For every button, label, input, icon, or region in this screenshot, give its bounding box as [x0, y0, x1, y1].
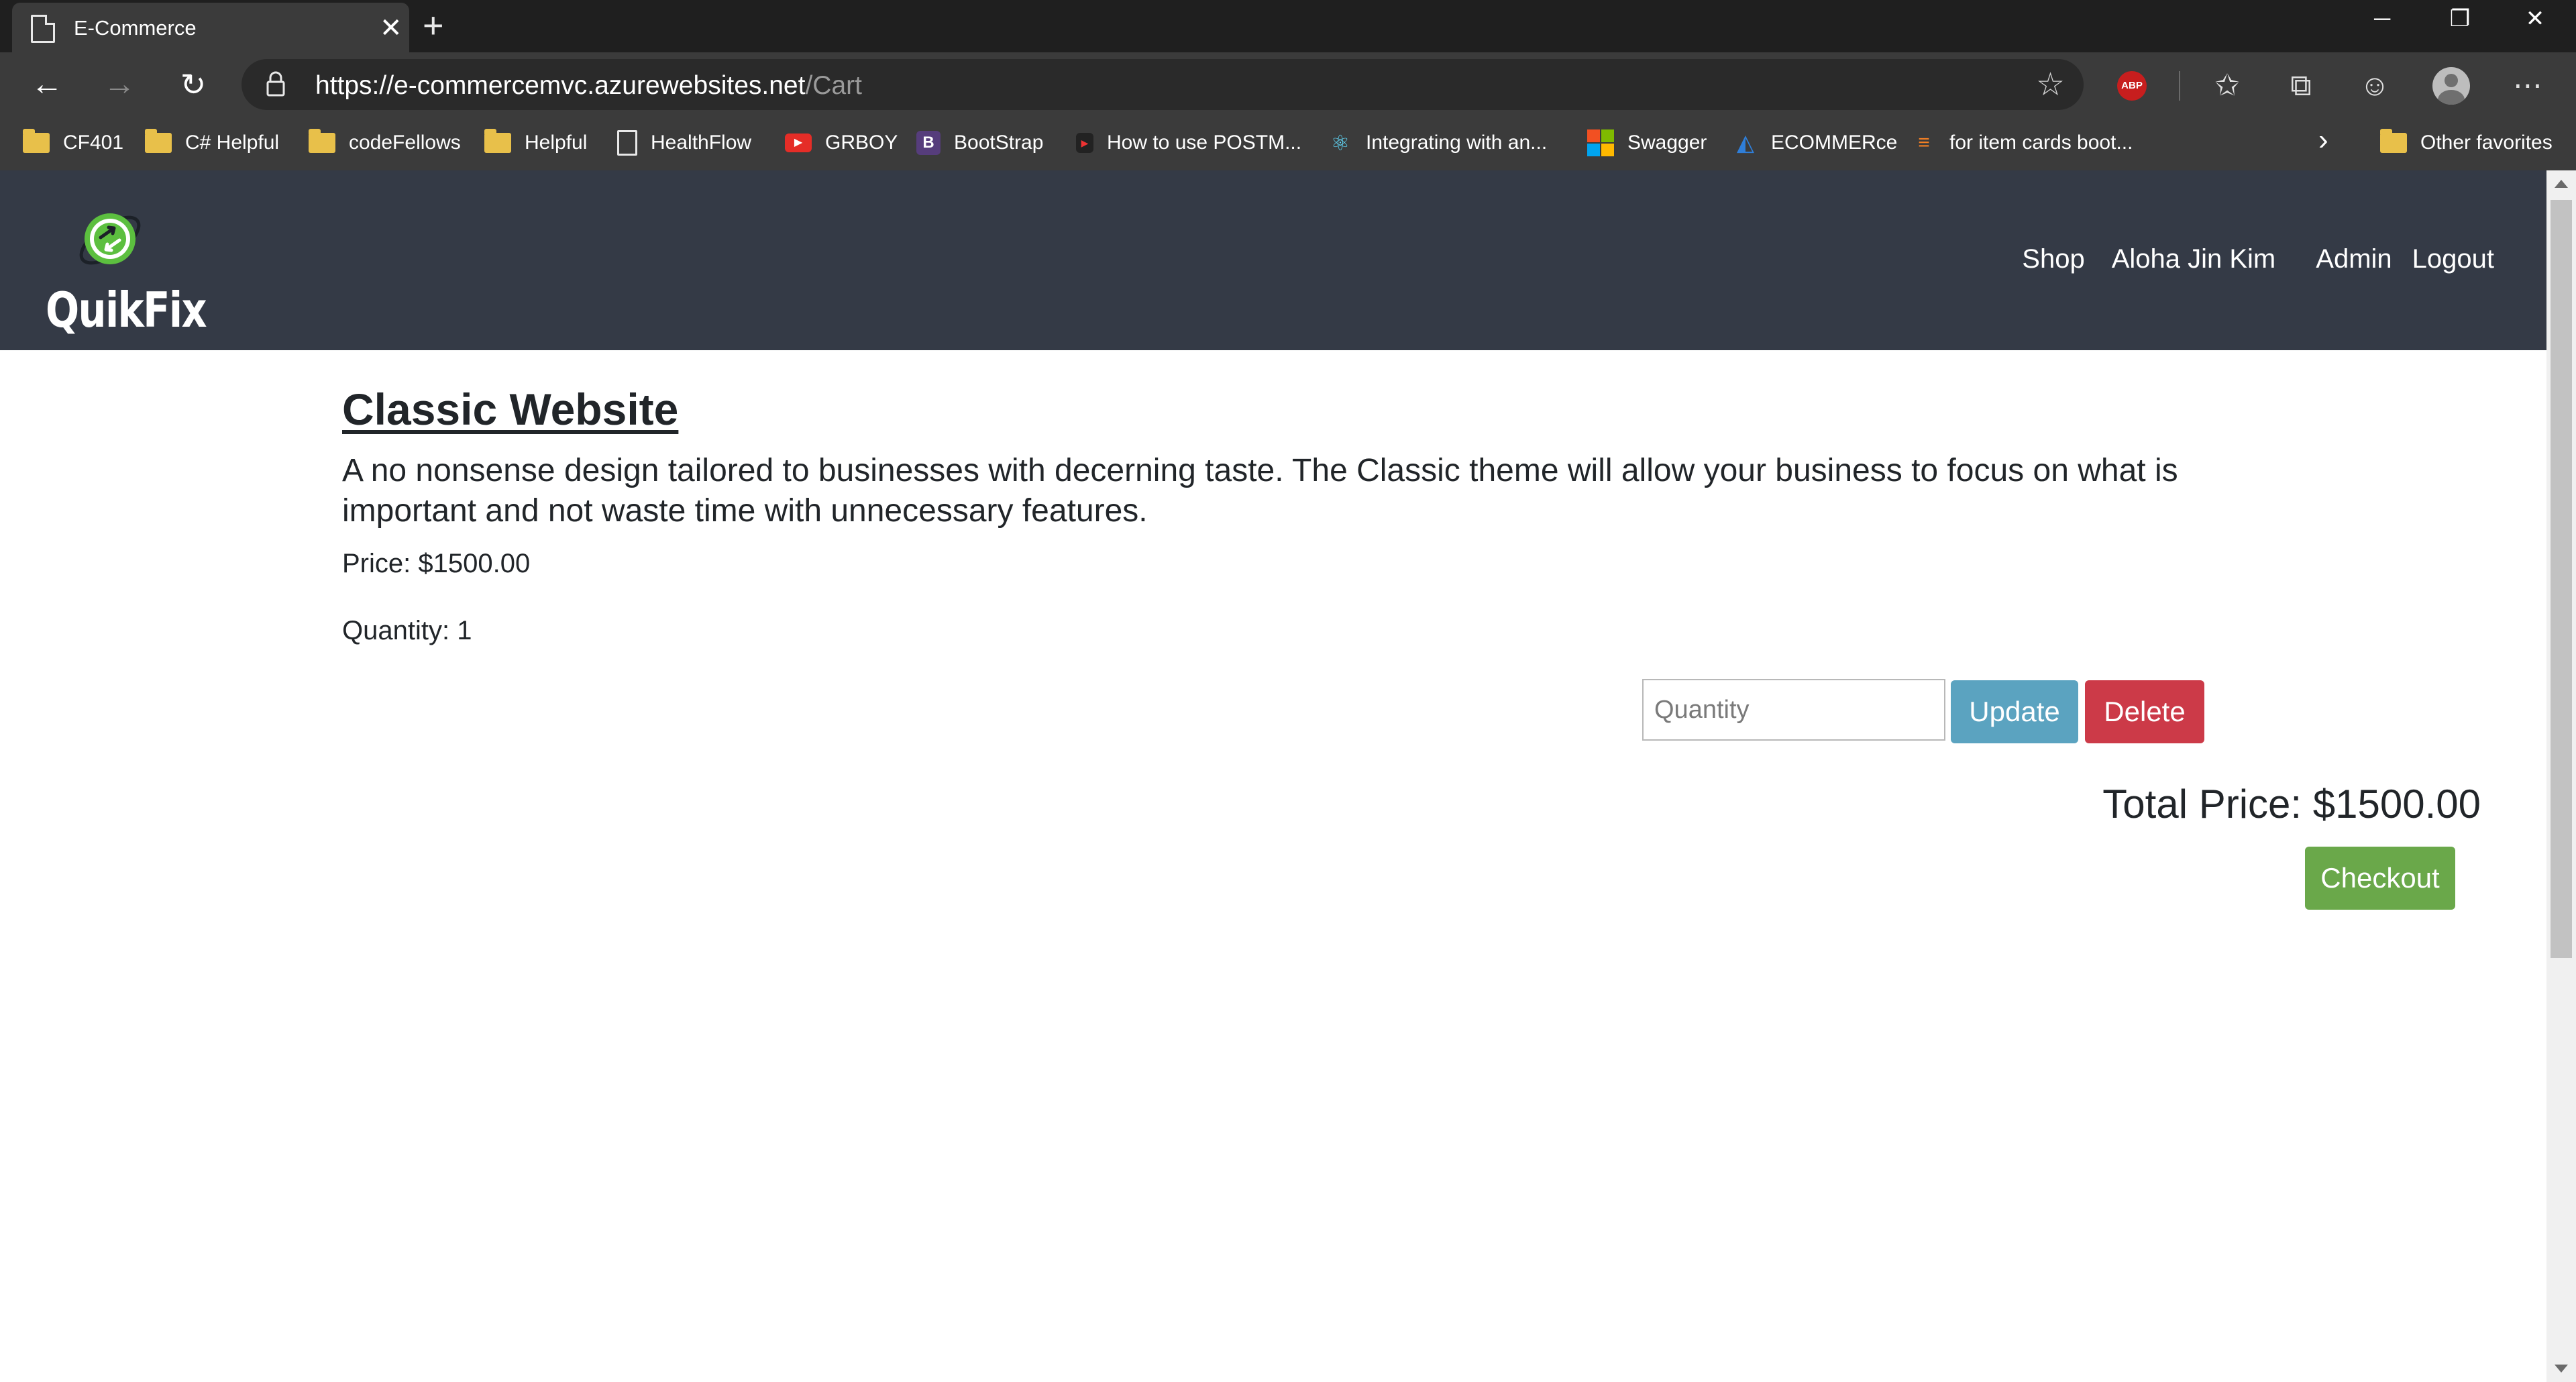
favorite-grboy[interactable]: ▶ GRBOY: [785, 126, 898, 160]
restore-icon[interactable]: ❐: [2423, 0, 2497, 39]
nav-admin-link[interactable]: Admin: [2316, 244, 2392, 274]
azure-devops-icon: ◭: [1736, 130, 1755, 156]
favorite-ecommerce[interactable]: ◭ ECOMMERce: [1733, 126, 1897, 160]
url-text: https://e-commercemvc.azurewebsites.net/…: [315, 71, 862, 100]
update-button[interactable]: Update: [1951, 680, 2078, 743]
lock-icon: [266, 71, 285, 97]
refresh-arrows-logo-icon: [79, 213, 141, 265]
favorite-label: ECOMMERce: [1771, 131, 1898, 154]
favorite-label: C# Helpful: [185, 131, 280, 154]
favorite-postman-video[interactable]: ▶ How to use POSTM...: [1076, 126, 1301, 160]
favorite-label: Swagger: [1627, 131, 1707, 154]
close-window-icon[interactable]: ✕: [2498, 0, 2572, 39]
favorite-codefellows[interactable]: codeFellows: [309, 126, 461, 160]
more-menu-icon[interactable]: ⋯: [2509, 67, 2546, 105]
page-icon: [617, 130, 637, 156]
favorites-bar: CF401 C# Helpful codeFellows Helpful Hea…: [0, 117, 2576, 170]
favorite-bootstrap[interactable]: B BootStrap: [916, 126, 1043, 160]
nav-logout-link[interactable]: Logout: [2412, 244, 2494, 274]
react-icon: ⚛: [1330, 131, 1350, 155]
nav-shop-link[interactable]: Shop: [2022, 244, 2084, 274]
folder-icon: [145, 129, 172, 153]
collections-icon[interactable]: ⧉: [2282, 67, 2320, 105]
bootstrap-icon: B: [916, 131, 941, 155]
favorite-label: codeFellows: [349, 131, 461, 154]
page-scrollbar[interactable]: [2546, 170, 2576, 1382]
folder-icon: [2380, 129, 2407, 153]
address-toolbar: ← → ↻ https://e-commercemvc.azurewebsite…: [0, 52, 2576, 117]
scrollbar-thumb[interactable]: [2551, 200, 2572, 958]
refresh-icon[interactable]: ↻: [173, 64, 213, 105]
favorite-label: CF401: [63, 131, 124, 154]
close-tab-icon[interactable]: ✕: [380, 12, 402, 44]
favorite-integrating[interactable]: ⚛ Integrating with an...: [1328, 126, 1548, 160]
favorite-star-icon[interactable]: ☆: [2036, 66, 2065, 103]
chevron-right-icon[interactable]: ›: [2318, 123, 2328, 157]
favorite-label: GRBOY: [825, 131, 898, 154]
brand-name: QuikFix: [46, 282, 207, 338]
site-navbar: QuikFix Shop Aloha Jin Kim Admin Logout: [0, 170, 2546, 350]
delete-button[interactable]: Delete: [2085, 680, 2204, 743]
folder-icon: [484, 129, 511, 153]
cart-item-title[interactable]: Classic Website: [342, 384, 678, 435]
nav-user-link[interactable]: Aloha Jin Kim: [2112, 244, 2276, 274]
main-nav: Shop Aloha Jin Kim Admin Logout: [2022, 244, 2494, 274]
favorite-label: Other favorites: [2420, 131, 2553, 154]
tab-title: E-Commerce: [74, 16, 197, 40]
favorite-label: for item cards boot...: [1949, 131, 2133, 154]
checkout-button[interactable]: Checkout: [2305, 847, 2455, 910]
folder-icon: [23, 129, 50, 153]
cart-item-description: A no nonsense design tailored to busines…: [342, 453, 2178, 529]
adblock-icon[interactable]: ABP: [2117, 71, 2147, 101]
favorite-cf401[interactable]: CF401: [23, 126, 123, 160]
favorite-csharp-helpful[interactable]: C# Helpful: [145, 126, 279, 160]
page-icon: [31, 15, 55, 43]
minimize-icon[interactable]: ─: [2345, 0, 2419, 39]
browser-tab-strip: E-Commerce ✕ + ─ ❐ ✕: [0, 0, 2576, 52]
favorite-item-cards[interactable]: ≡ for item cards boot...: [1912, 126, 2133, 160]
favorites-list-icon[interactable]: ✩: [2208, 67, 2246, 105]
other-favorites[interactable]: Other favorites: [2380, 126, 2553, 160]
back-arrow-icon[interactable]: ←: [27, 64, 67, 105]
favorite-helpful[interactable]: Helpful: [484, 126, 587, 160]
favorite-swagger[interactable]: Swagger: [1587, 126, 1707, 160]
feedback-icon[interactable]: ☺: [2356, 67, 2394, 105]
cart-item-quantity: Quantity: 1: [342, 616, 472, 645]
favorite-healthflow[interactable]: HealthFlow: [617, 126, 751, 160]
favorite-label: BootStrap: [954, 131, 1044, 154]
favorite-label: Integrating with an...: [1366, 131, 1548, 154]
video-icon: ▶: [1076, 133, 1093, 153]
scroll-down-icon[interactable]: [2555, 1365, 2568, 1373]
favorite-label: How to use POSTM...: [1107, 131, 1302, 154]
microsoft-icon: [1587, 129, 1614, 156]
total-price: Total Price: $1500.00: [2102, 782, 2481, 827]
cart-item-price: Price: $1500.00: [342, 549, 531, 578]
scroll-up-icon[interactable]: [2555, 180, 2568, 188]
stackoverflow-icon: ≡: [1918, 131, 1930, 154]
browser-tab[interactable]: E-Commerce ✕: [12, 3, 409, 52]
toolbar-divider: [2179, 71, 2180, 101]
youtube-icon: ▶: [785, 134, 812, 152]
quantity-input[interactable]: [1642, 679, 1945, 741]
favorite-label: HealthFlow: [651, 131, 752, 154]
profile-avatar-icon[interactable]: [2432, 67, 2470, 105]
forward-arrow-icon[interactable]: →: [99, 64, 140, 105]
new-tab-icon[interactable]: +: [423, 5, 444, 46]
address-bar[interactable]: https://e-commercemvc.azurewebsites.net/…: [241, 59, 2084, 110]
folder-icon: [309, 129, 335, 153]
brand-logo[interactable]: QuikFix: [38, 208, 207, 342]
favorite-label: Helpful: [525, 131, 588, 154]
